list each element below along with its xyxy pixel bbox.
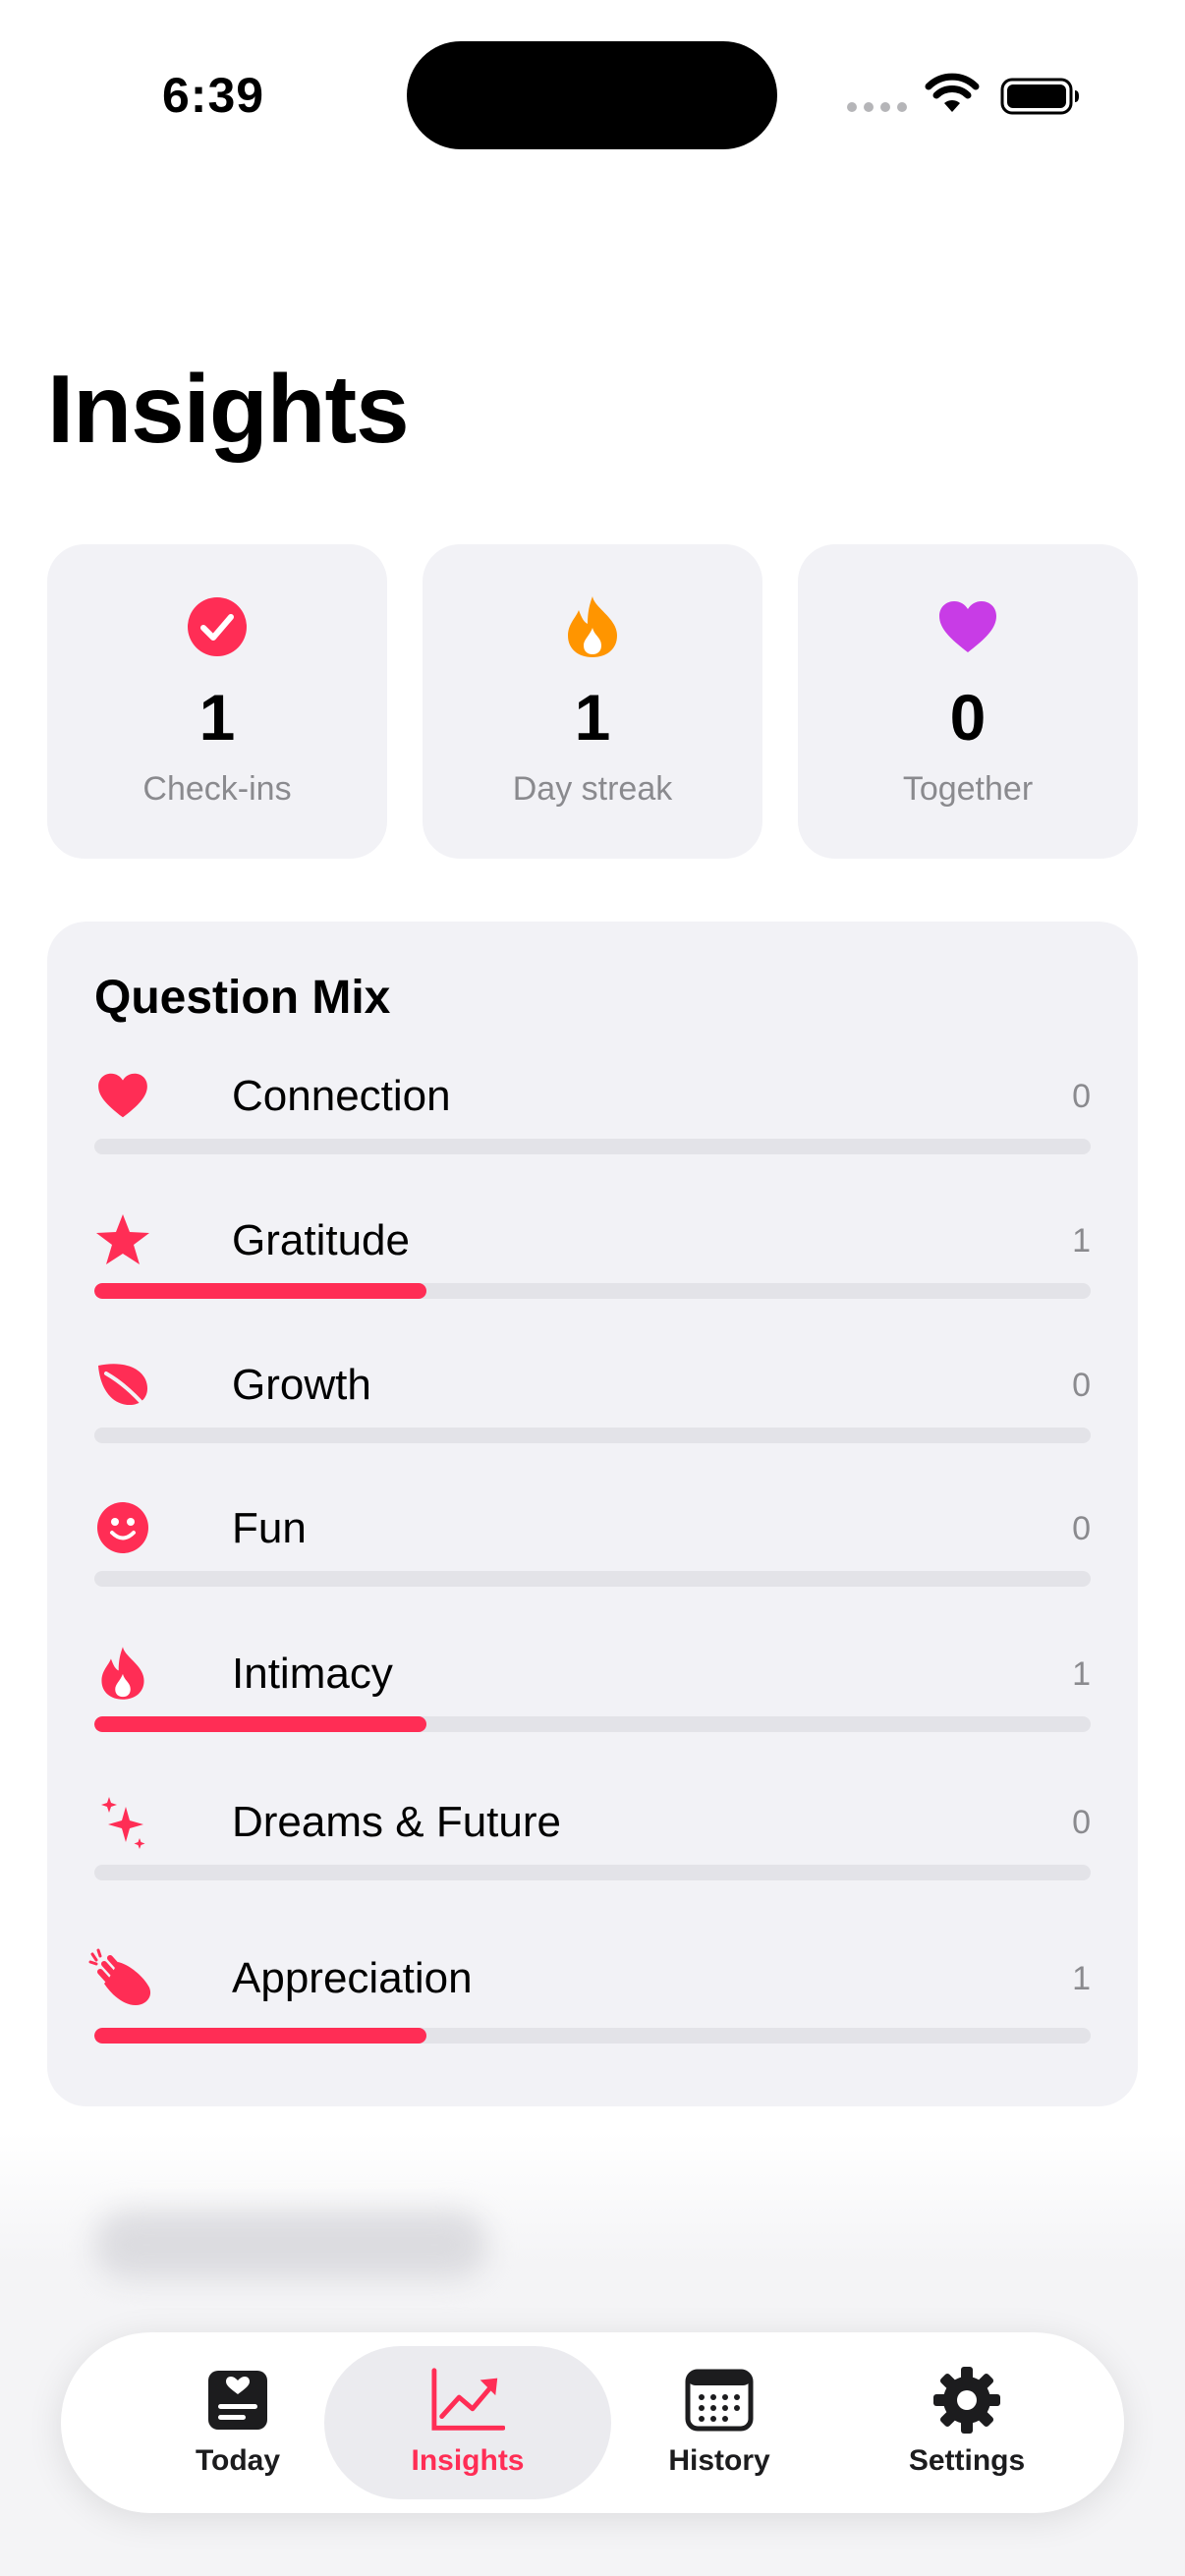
mix-row-growth: Growth 0 xyxy=(94,1356,1091,1474)
mix-row-fun: Fun 0 xyxy=(94,1499,1091,1617)
wifi-icon xyxy=(925,73,980,112)
mix-progress-fill xyxy=(94,2028,426,2044)
mix-row-label: Connection xyxy=(232,1072,451,1120)
mix-row-label: Gratitude xyxy=(232,1216,410,1264)
mix-progress-track xyxy=(94,1139,1091,1154)
calendar-icon xyxy=(682,2366,757,2435)
mix-row-count: 1 xyxy=(1072,1655,1091,1693)
mix-progress-track xyxy=(94,1716,1091,1732)
mix-row-count: 0 xyxy=(1072,1804,1091,1841)
mix-row-count: 0 xyxy=(1072,1078,1091,1115)
stat-label: Together xyxy=(902,770,1034,808)
smiley-icon xyxy=(94,1499,151,1556)
mix-progress-track xyxy=(94,1283,1091,1299)
mix-progress-track xyxy=(94,1865,1091,1880)
stat-card-together: 0 Together xyxy=(798,544,1138,859)
mix-row-label: Fun xyxy=(232,1504,307,1552)
mix-row-label: Appreciation xyxy=(232,1954,473,2002)
mix-progress-fill xyxy=(94,1283,426,1299)
battery-icon xyxy=(1000,78,1079,115)
flame-icon xyxy=(94,1645,151,1702)
mix-row-label: Growth xyxy=(232,1361,371,1409)
stat-value: 1 xyxy=(574,681,611,754)
tab-insights[interactable]: Insights xyxy=(324,2346,611,2499)
question-mix-card: Question Mix Connection 0 Gratitude 1 Gr… xyxy=(47,922,1138,2106)
tab-label: Insights xyxy=(411,2444,525,2477)
mix-progress-track xyxy=(94,1428,1091,1443)
chart-line-icon xyxy=(430,2366,505,2435)
gear-icon xyxy=(930,2366,1004,2435)
tab-label: Settings xyxy=(908,2444,1026,2477)
mix-row-count: 0 xyxy=(1072,1510,1091,1547)
mix-row-label: Intimacy xyxy=(232,1650,393,1698)
mix-progress-fill xyxy=(94,1716,426,1732)
heart-icon xyxy=(936,595,999,658)
flame-icon xyxy=(561,595,624,658)
tab-label: History xyxy=(668,2444,770,2477)
today-card-icon xyxy=(200,2366,275,2435)
blurred-section-header xyxy=(94,2211,487,2279)
question-mix-title: Question Mix xyxy=(94,972,391,1024)
stat-label: Day streak xyxy=(512,770,673,808)
clapping-hands-icon xyxy=(88,1948,159,2006)
star-icon xyxy=(94,1211,151,1268)
mix-progress-track xyxy=(94,2028,1091,2044)
mix-row-count: 1 xyxy=(1072,1960,1091,1997)
mix-progress-track xyxy=(94,1571,1091,1587)
tab-settings[interactable]: Settings xyxy=(823,2346,1110,2499)
stat-value: 0 xyxy=(949,681,987,754)
mix-row-appreciation: Appreciation 1 xyxy=(88,1948,1091,2067)
mix-row-count: 0 xyxy=(1072,1367,1091,1404)
page-title: Insights xyxy=(47,355,410,463)
checkmark-circle-icon xyxy=(186,595,249,658)
mix-row-dreams-future: Dreams & Future 0 xyxy=(94,1793,1091,1911)
stat-value: 1 xyxy=(198,681,236,754)
mix-row-count: 1 xyxy=(1072,1222,1091,1260)
leaf-icon xyxy=(94,1356,151,1413)
tab-history[interactable]: History xyxy=(576,2346,863,2499)
tab-label: Today xyxy=(195,2444,281,2477)
stat-card-checkins: 1 Check-ins xyxy=(47,544,387,859)
mix-row-connection: Connection 0 xyxy=(94,1067,1091,1185)
stat-label: Check-ins xyxy=(142,770,292,808)
cellular-signal-icon xyxy=(847,102,907,112)
status-time: 6:39 xyxy=(162,68,265,123)
dynamic-island xyxy=(407,41,777,149)
tab-bar: Today Insights History Settings xyxy=(61,2332,1124,2513)
insights-screen: 6:39 Insights 1 Check-ins 1 Day streak 0… xyxy=(0,0,1185,2576)
sparkles-icon xyxy=(94,1793,151,1850)
mix-row-gratitude: Gratitude 1 xyxy=(94,1211,1091,1329)
mix-row-intimacy: Intimacy 1 xyxy=(94,1645,1091,1763)
stat-card-day-streak: 1 Day streak xyxy=(423,544,762,859)
heart-icon xyxy=(94,1067,151,1124)
mix-row-label: Dreams & Future xyxy=(232,1798,561,1846)
